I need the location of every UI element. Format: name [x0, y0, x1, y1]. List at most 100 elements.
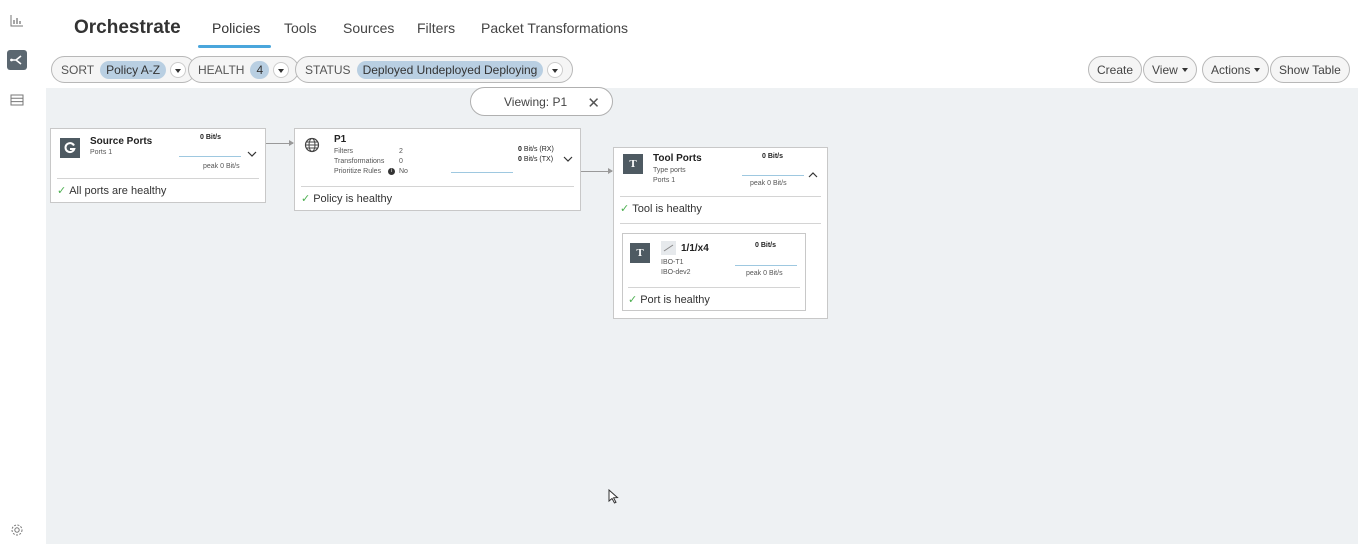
info-icon[interactable]: i — [388, 168, 395, 175]
port-title: 1/1/x4 — [681, 243, 709, 254]
status-dropdown-icon[interactable] — [547, 61, 564, 78]
tab-filters[interactable]: Filters — [417, 20, 455, 36]
policy-filters-label: Filters — [334, 148, 354, 155]
tool-ports-card[interactable]: T Tool Ports Type ports Ports 1 0 Bit/s … — [613, 147, 828, 319]
sort-dropdown-icon[interactable] — [170, 61, 187, 78]
switch-icon — [661, 241, 676, 255]
tool-ports-health: ✓ Tool is healthy — [620, 202, 702, 215]
health-dropdown-icon[interactable] — [273, 61, 290, 78]
port-health: ✓ Port is healthy — [628, 293, 710, 306]
policy-tx-unit: Bit/s (TX) — [523, 156, 554, 163]
actions-button[interactable]: Actions — [1202, 56, 1270, 83]
policy-tx-value: 0 — [518, 156, 522, 163]
chevron-up-icon[interactable] — [808, 170, 818, 181]
orchestrate-icon[interactable] — [7, 50, 27, 70]
card-divider — [620, 223, 821, 224]
tab-packet-transformations[interactable]: Packet Transformations — [481, 20, 628, 36]
viewing-badge: Viewing: P1 ✕ — [470, 87, 613, 116]
policy-rx-value: 0 — [518, 146, 522, 153]
port-line1: IBO-T1 — [661, 259, 684, 266]
status-value-chip: Deployed Undeployed Deploying — [356, 60, 544, 79]
globe-icon — [304, 137, 320, 158]
check-icon: ✓ — [301, 193, 311, 205]
check-icon: ✓ — [628, 294, 638, 306]
policy-sparkline — [451, 172, 513, 173]
health-count-chip: 4 — [250, 60, 270, 79]
view-button[interactable]: View — [1143, 56, 1197, 83]
policy-tx-rate: 0 Bit/s (TX) — [518, 156, 553, 163]
tool-ports-type: Type ports — [653, 167, 686, 174]
tool-ports-count: Ports 1 — [653, 177, 676, 184]
policy-health-text: Policy is healthy — [313, 193, 393, 205]
policy-title: P1 — [334, 134, 347, 145]
caret-down-icon — [1254, 67, 1261, 72]
close-icon[interactable]: ✕ — [587, 94, 600, 112]
source-ports-card[interactable]: Source Ports Ports 1 0 Bit/s peak 0 Bit/… — [50, 128, 266, 203]
chart-icon[interactable] — [8, 12, 26, 30]
source-ports-peak: peak 0 Bit/s — [203, 163, 240, 170]
port-peak: peak 0 Bit/s — [746, 270, 783, 277]
port-logo-icon: T — [630, 243, 650, 263]
viewing-label: Viewing: P1 — [504, 94, 568, 109]
sort-label: SORT — [61, 62, 95, 77]
policy-card[interactable]: P1 Filters 2 Transformations 0 Prioritiz… — [294, 128, 581, 211]
tool-ports-peak: peak 0 Bit/s — [750, 180, 787, 187]
app-title: Orchestrate — [74, 17, 181, 38]
show-table-label: Show Table — [1279, 62, 1341, 77]
tab-tools[interactable]: Tools — [284, 20, 317, 36]
source-ports-sparkline — [179, 156, 241, 157]
card-divider — [620, 196, 821, 197]
view-label: View — [1152, 62, 1178, 77]
source-logo-icon — [60, 138, 80, 158]
source-ports-count: Ports 1 — [90, 149, 113, 156]
card-divider — [57, 178, 259, 179]
policy-filters-value: 2 — [399, 148, 403, 155]
policy-prioritize-value: No — [399, 168, 408, 175]
tab-policies[interactable]: Policies — [212, 20, 260, 36]
source-health-text: All ports are healthy — [69, 185, 167, 197]
health-filter[interactable]: HEALTH 4 — [188, 56, 300, 83]
status-filter[interactable]: STATUS Deployed Undeployed Deploying — [295, 56, 574, 83]
list-icon[interactable] — [8, 91, 26, 109]
port-line2: IBO-dev2 — [661, 269, 691, 276]
card-divider — [628, 287, 800, 288]
tool-logo-icon: T — [623, 154, 643, 174]
caret-down-icon — [1181, 67, 1188, 72]
source-ports-title: Source Ports — [90, 136, 153, 147]
actions-label: Actions — [1211, 62, 1251, 77]
source-ports-health: ✓ All ports are healthy — [57, 184, 166, 197]
policy-rx-rate: 0 Bit/s (RX) — [518, 146, 554, 153]
port-health-text: Port is healthy — [640, 294, 710, 306]
source-ports-rate: 0 Bit/s — [200, 134, 222, 141]
show-table-button[interactable]: Show Table — [1270, 56, 1350, 83]
tool-ports-rate: 0 Bit/s — [762, 153, 784, 160]
policy-rx-unit: Bit/s (RX) — [523, 146, 554, 153]
tab-sources[interactable]: Sources — [343, 20, 394, 36]
card-divider — [301, 186, 574, 187]
port-sparkline — [735, 265, 797, 266]
sort-value-chip: Policy A-Z — [100, 60, 167, 79]
sort-filter[interactable]: SORT Policy A-Z — [51, 56, 197, 83]
policy-health: ✓ Policy is healthy — [301, 192, 392, 205]
port-card[interactable]: T 1/1/x4 IBO-T1 IBO-dev2 0 Bit/s peak 0 … — [622, 233, 806, 311]
chevron-down-icon[interactable] — [247, 149, 257, 160]
chevron-down-icon[interactable] — [563, 154, 573, 165]
policy-transformations-value: 0 — [399, 158, 403, 165]
connector-policy-tool — [581, 168, 613, 174]
tool-ports-sparkline — [742, 175, 804, 176]
settings-icon[interactable] — [8, 521, 26, 539]
tool-ports-title: Tool Ports — [653, 153, 702, 164]
create-label: Create — [1097, 62, 1134, 77]
policy-prioritize-label: Prioritize Rules — [334, 168, 382, 175]
status-label: STATUS — [305, 62, 351, 77]
mouse-cursor-icon — [608, 488, 619, 509]
tool-health-text: Tool is healthy — [632, 203, 702, 215]
health-label: HEALTH — [198, 62, 245, 77]
left-rail — [0, 0, 34, 544]
top-nav: Orchestrate Policies Tools Sources Filte… — [46, 0, 1358, 52]
check-icon: ✓ — [57, 185, 67, 197]
create-button[interactable]: Create — [1088, 56, 1143, 83]
connector-source-policy — [266, 140, 294, 146]
active-tab-indicator — [198, 45, 271, 48]
port-rate: 0 Bit/s — [755, 242, 777, 249]
